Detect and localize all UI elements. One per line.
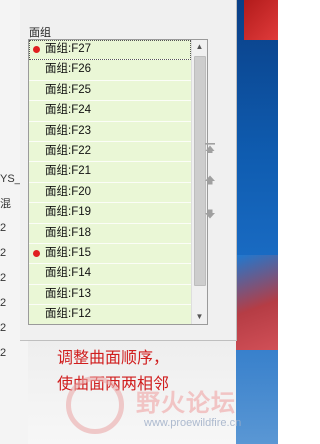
background-tree-item: 2	[0, 322, 7, 334]
list-item-label: 面组:F25	[45, 83, 92, 96]
background-tree-item: 2	[0, 347, 7, 359]
red-marker-icon	[33, 46, 40, 53]
list-item[interactable]: 面组:F18	[29, 223, 191, 244]
background-tree-item: 2	[0, 272, 7, 284]
list-item-label: 面组:F26	[45, 63, 92, 76]
list-item[interactable]: 面组:F25	[29, 80, 191, 102]
list-item[interactable]: 面组:F23	[29, 121, 191, 142]
quilt-list: 面组:F27 面组:F26 面组:F25 面组:F24 面组:F23 面组:F22 面组:F…	[29, 40, 191, 324]
list-item-label: 面组:F18	[45, 226, 92, 239]
background-tree-item: 混	[0, 198, 11, 210]
watermark-logo	[66, 376, 124, 434]
list-item-label: 面组:F14	[45, 267, 92, 280]
list-item[interactable]: 面组:F26	[29, 60, 191, 81]
list-item-label: 面组:F20	[45, 185, 92, 198]
move-to-top-button[interactable]	[200, 141, 220, 159]
background-tree-item: YS_	[0, 173, 21, 185]
background-tree-item: 2	[0, 297, 7, 309]
list-item[interactable]: 面组:F13	[29, 284, 191, 306]
move-up-icon	[205, 175, 215, 185]
surface-order-dialog: 面组 面组:F27 面组:F26 面组:F25 面组:F24 面组:F23 面组:F22 面…	[20, 0, 237, 341]
list-item[interactable]: 面组:F24	[29, 101, 191, 122]
list-item[interactable]: 面组:F15	[29, 243, 191, 265]
list-item-label: 面组:F24	[45, 104, 92, 117]
watermark-url: www.proewildfire.cn	[144, 417, 242, 429]
group-label: 面组	[29, 27, 51, 39]
list-item-label: 面组:F13	[45, 287, 92, 300]
background-model-shape	[236, 255, 278, 350]
list-item-label: 面组:F19	[45, 206, 92, 219]
move-down-icon	[205, 209, 215, 219]
list-item[interactable]: 面组:F12	[29, 305, 191, 324]
quilt-listbox[interactable]: 面组:F27 面组:F26 面组:F25 面组:F24 面组:F23 面组:F22 面组:F…	[28, 39, 208, 325]
background-model-shape	[244, 0, 278, 40]
background-graphics-area	[236, 0, 278, 444]
list-item[interactable]: 面组:F22	[29, 141, 191, 163]
scroll-down-arrow-icon[interactable]: ▼	[192, 310, 207, 324]
list-item[interactable]: 面组:F20	[29, 182, 191, 204]
scroll-thumb[interactable]	[194, 56, 206, 286]
annotation-line-1: 调整曲面顺序，	[57, 350, 170, 367]
list-item[interactable]: 面组:F21	[29, 162, 191, 183]
list-item[interactable]: 面组:F14	[29, 264, 191, 285]
scroll-up-arrow-icon[interactable]: ▲	[192, 40, 207, 54]
background-tree-item: 2	[0, 222, 7, 234]
move-down-button[interactable]	[200, 207, 220, 225]
list-item-label: 面组:F12	[45, 308, 92, 321]
red-marker-icon	[33, 249, 40, 257]
list-item-label: 面组:F15	[45, 246, 92, 259]
watermark-text: 野火论坛	[136, 390, 236, 417]
list-item-label: 面组:F21	[45, 165, 92, 178]
move-up-button[interactable]	[200, 173, 220, 191]
list-item-label: 面组:F22	[45, 144, 92, 157]
list-item[interactable]: 面组:F19	[29, 203, 191, 224]
list-item[interactable]: 面组:F27	[29, 40, 191, 61]
move-to-top-icon	[205, 143, 215, 153]
background-tree-item: 2	[0, 247, 7, 259]
list-item-label: 面组:F27	[45, 43, 92, 55]
list-item-label: 面组:F23	[45, 124, 92, 137]
